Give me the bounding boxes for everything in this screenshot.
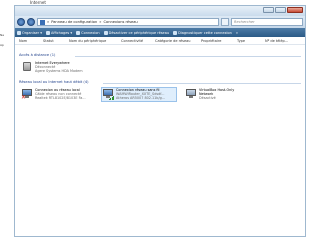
- column-connectivity[interactable]: Connectivité: [121, 39, 155, 43]
- control-panel-icon: [40, 19, 45, 25]
- window-controls: [263, 7, 303, 13]
- column-headers: Nom Statut Nom du périphérique Connectiv…: [15, 37, 305, 45]
- forward-button[interactable]: [27, 18, 35, 26]
- left-pane-item[interactable]: Ap: [0, 40, 12, 50]
- connection-device: Atheros AR5007 802.11b/g...: [116, 96, 165, 100]
- disable-device-label: Désactiver ce périphérique réseau: [108, 30, 170, 35]
- left-pane: Ne Ap: [0, 30, 12, 50]
- network-connections-window: » Panneau de configuration » Connexions …: [14, 5, 306, 237]
- connection-local-area[interactable]: ✕ Connexion au réseau local Câble réseau…: [21, 88, 99, 101]
- group-header-lan[interactable]: Réseau local ou Internet haut débit (4): [19, 80, 89, 84]
- group-header-label: Réseau local ou Internet haut débit (4): [19, 80, 89, 84]
- back-button[interactable]: [17, 18, 25, 26]
- breadcrumb-network-connections[interactable]: Connexions réseau: [103, 20, 137, 24]
- column-device-name[interactable]: Nom du périphérique: [69, 39, 121, 43]
- breadcrumb-separator: »: [99, 20, 102, 24]
- column-name[interactable]: Nom: [19, 39, 43, 43]
- refresh-button[interactable]: [221, 18, 229, 26]
- connection-device: Désactivé: [199, 96, 216, 100]
- breadcrumb-control-panel[interactable]: Panneau de configuration: [51, 20, 97, 24]
- error-x-icon: ✕: [21, 94, 27, 101]
- views-button[interactable]: Affichages ▾: [45, 30, 73, 35]
- titlebar: [15, 6, 305, 16]
- minimize-button[interactable]: [263, 7, 274, 13]
- column-phone-number[interactable]: Nº de télép...: [265, 39, 305, 43]
- search-input[interactable]: Rechercher: [231, 18, 303, 26]
- disable-device-button[interactable]: Désactiver ce périphérique réseau: [103, 30, 170, 35]
- column-owner[interactable]: Propriétaire: [201, 39, 237, 43]
- connection-device: Agere Systems HDA Modem: [35, 69, 83, 73]
- address-field[interactable]: » Panneau de configuration » Connexions …: [37, 18, 219, 26]
- column-network-category[interactable]: Catégorie de réseau: [155, 39, 201, 43]
- wired-network-icon: ✕: [21, 88, 33, 101]
- column-status[interactable]: Statut: [43, 39, 69, 43]
- diagnose-label: Diagnostiquer cette connexion: [178, 30, 232, 35]
- close-button[interactable]: [287, 7, 303, 13]
- connect-button[interactable]: Connexion: [76, 30, 100, 35]
- wireless-network-icon: [102, 88, 114, 100]
- group-divider: [103, 83, 301, 84]
- column-type[interactable]: Type: [237, 39, 265, 43]
- group-header-remote-access[interactable]: Accès à distance (1): [19, 53, 55, 57]
- connection-internet-everywhere[interactable]: Internet Everywhere Déconnecté Agere Sys…: [21, 61, 111, 73]
- breadcrumb-separator: »: [47, 20, 50, 24]
- toolbar: Organiser ▾ Affichages ▾ Connexion Désac…: [15, 28, 305, 37]
- virtual-adapter-icon: [185, 88, 197, 100]
- maximize-button[interactable]: [275, 7, 286, 13]
- connect-label: Connexion: [81, 30, 100, 35]
- toolbar-overflow-button[interactable]: »: [236, 31, 238, 35]
- address-bar: » Panneau de configuration » Connexions …: [15, 16, 305, 28]
- diagnose-icon: [173, 30, 178, 35]
- connection-virtualbox-host-only[interactable]: VirtualBox Host-Only Network Désactivé: [185, 88, 265, 100]
- connection-device: Realtek RTL8102E/8103E Fa...: [35, 96, 86, 100]
- organize-icon: [17, 30, 21, 35]
- connect-icon: [76, 30, 81, 35]
- left-pane-item[interactable]: Ne: [0, 30, 12, 40]
- connection-wireless[interactable]: Connexion réseau sans fil WAMWiRouter_XX…: [101, 87, 177, 102]
- dialup-modem-icon: [21, 61, 33, 73]
- views-icon: [45, 30, 50, 35]
- organize-button[interactable]: Organiser ▾: [17, 30, 42, 35]
- group-header-label: Accès à distance (1): [19, 53, 56, 57]
- diagnose-button[interactable]: Diagnostiquer cette connexion: [173, 30, 232, 35]
- signal-bars-icon: [109, 95, 114, 100]
- disable-icon: [103, 30, 108, 35]
- views-label: Affichages ▾: [50, 30, 73, 35]
- organize-label: Organiser ▾: [22, 30, 42, 35]
- group-divider: [75, 56, 301, 57]
